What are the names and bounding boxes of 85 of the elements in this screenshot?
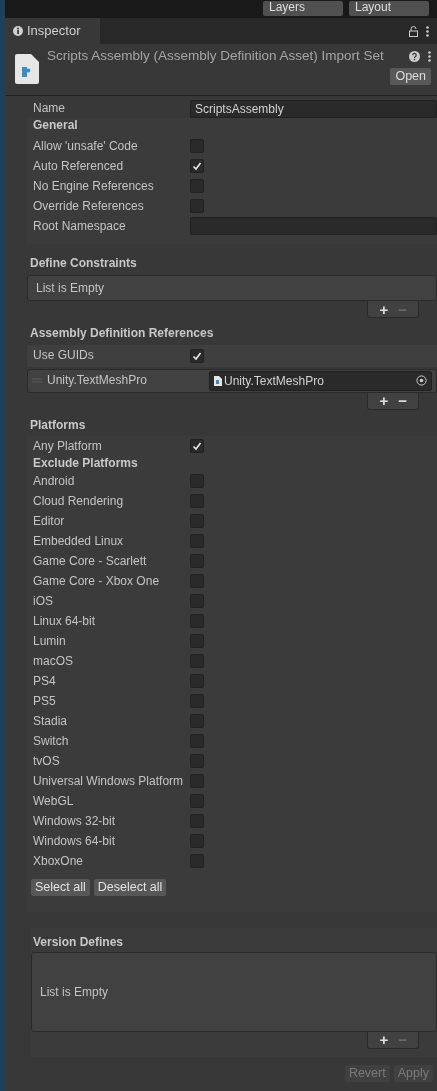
option-label: Use GUIDs [33,348,95,363]
option-label: PS5 [33,694,57,709]
option-label: PS4 [33,674,57,689]
checkbox[interactable] [190,534,204,549]
checkbox[interactable] [190,774,204,789]
checkbox[interactable] [190,348,204,363]
checkbox[interactable] [190,654,204,669]
toolbar-dropdown[interactable]: Layers [263,1,343,16]
asset-file-icon [214,375,222,386]
checkbox[interactable] [190,834,204,849]
target-icon[interactable] [416,375,427,387]
option-label: WebGL [33,794,75,809]
checkbox[interactable] [190,474,204,489]
option-label: Embedded Linux [33,534,125,549]
section-heading: Define Constraints [29,255,138,273]
checkbox[interactable] [190,438,204,453]
option-label: Game Core - Scarlett [33,554,148,569]
checkbox[interactable] [190,714,204,729]
object-field[interactable]: Unity.TextMeshPro [209,370,432,391]
option-label: Universal Windows Platform [33,774,185,789]
info-icon [13,26,23,36]
checkbox[interactable] [190,634,204,649]
option-label: tvOS [33,754,61,769]
section-heading: Version Defines [32,934,125,952]
option-label: Linux 64-bit [33,614,97,629]
item-label: Unity.TextMeshPro [47,373,148,388]
option-label: Windows 64-bit [33,834,117,849]
checkbox[interactable] [190,674,204,689]
option-label: Auto Referenced [33,159,125,174]
more-icon[interactable] [426,25,429,37]
section-heading: Exclude Platforms [32,455,139,472]
empty-list-text: List is Empty [31,951,437,1032]
option-label: macOS [33,654,74,669]
name-field[interactable]: ScriptsAssembly [190,99,437,118]
checkbox[interactable] [190,159,204,174]
asset-title: Scripts Assembly (Assembly Definition Asset) Import Set [47,48,385,65]
open-button[interactable]: Open [390,68,431,86]
option-label: Allow 'unsafe' Code [33,139,139,154]
checkbox[interactable] [190,514,204,529]
option-label: Android [33,474,76,489]
platform-button[interactable]: Deselect all [93,879,167,897]
option-label: Game Core - Xbox One [33,574,161,589]
option-label: No Engine References [33,179,155,194]
option-label: Any Platform [33,438,103,454]
checkbox[interactable] [190,794,204,809]
option-label: Stadia [33,714,69,729]
checkbox[interactable] [190,734,204,749]
checkbox[interactable] [190,854,204,869]
asset-file-icon [15,54,39,84]
option-label: Windows 32-bit [33,814,117,829]
section-heading: Assembly Definition References [29,325,215,343]
checkbox[interactable] [190,139,204,154]
checkbox[interactable] [190,614,204,629]
field-label: Name [33,101,66,116]
empty-list-text: List is Empty [27,274,437,302]
add-button[interactable]: + [376,393,392,409]
namespace-field[interactable] [190,217,437,236]
option-label: iOS [33,594,54,609]
checkbox[interactable] [190,814,204,829]
lock-icon[interactable] [409,25,418,37]
option-label: Lumin [33,634,67,649]
section-heading: Platforms [29,416,87,434]
option-label: Cloud Rendering [33,494,125,509]
option-label: Editor [33,514,66,529]
field-label: Root Namespace [33,219,127,234]
option-label: Override References [33,199,145,214]
platform-button[interactable]: Select all [31,879,90,897]
option-label: XboxOne [33,854,85,869]
add-button[interactable]: + [376,301,392,317]
option-label: Switch [33,734,70,749]
more-icon[interactable] [428,50,431,62]
toolbar-dropdown[interactable]: Layout [349,1,429,16]
checkbox[interactable] [190,594,204,609]
checkbox[interactable] [190,179,204,194]
checkbox[interactable] [190,574,204,589]
checkbox[interactable] [190,199,204,214]
help-icon[interactable] [409,50,420,62]
checkbox[interactable] [190,554,204,569]
add-button[interactable]: + [376,1032,392,1048]
remove-button[interactable]: − [395,393,410,409]
checkbox[interactable] [190,494,204,509]
section-heading: General [32,118,79,134]
inspector-tab[interactable]: Inspector [5,18,100,44]
checkbox[interactable] [190,694,204,709]
checkbox[interactable] [190,754,204,769]
